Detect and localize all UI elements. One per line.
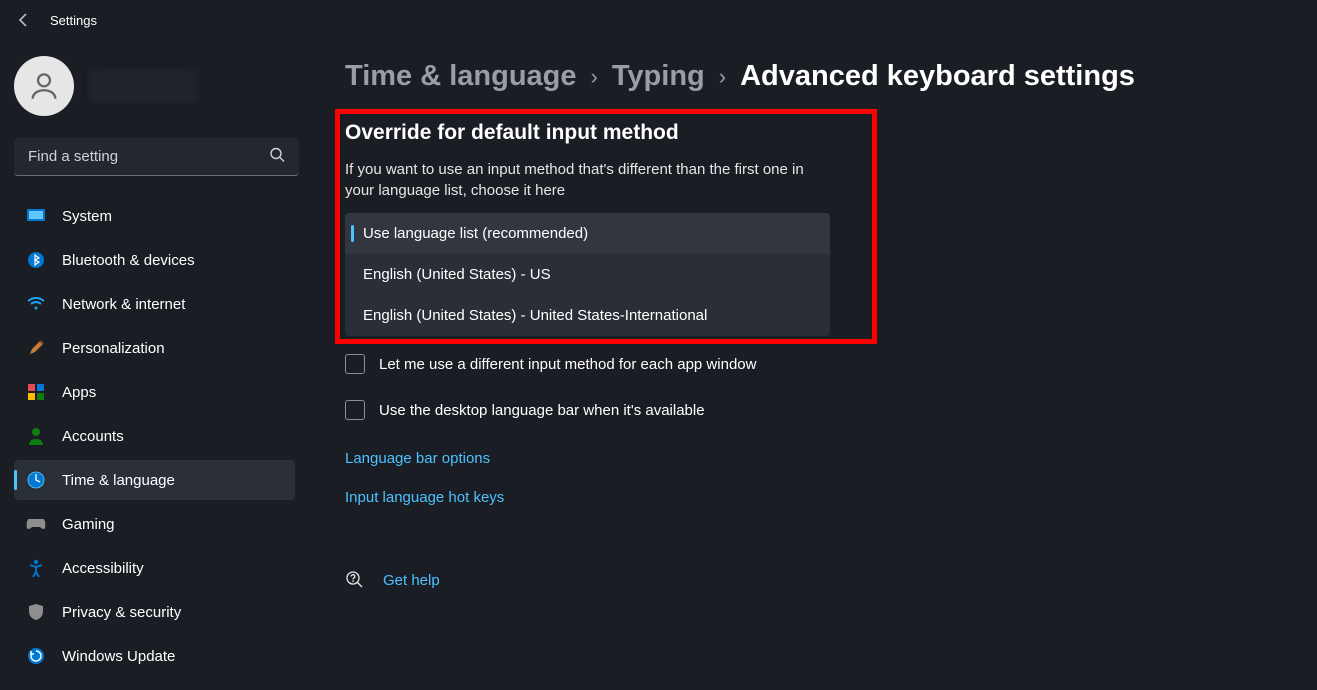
sidebar-item-label: Accounts — [62, 428, 124, 445]
checkbox-per-app-row[interactable]: Let me use a different input method for … — [345, 354, 1287, 374]
sidebar-item-label: Bluetooth & devices — [62, 252, 195, 269]
sidebar-item-apps[interactable]: Apps — [14, 372, 295, 412]
globe-clock-icon — [26, 470, 46, 490]
checkbox-desktop-bar-row[interactable]: Use the desktop language bar when it's a… — [345, 400, 1287, 420]
breadcrumb: Time & language › Typing › Advanced keyb… — [345, 60, 1287, 93]
sidebar-item-label: Privacy & security — [62, 604, 181, 621]
shield-icon — [26, 602, 46, 622]
link-get-help[interactable]: Get help — [383, 572, 440, 589]
help-row: Get help — [345, 570, 1287, 590]
sidebar-item-label: Apps — [62, 384, 96, 401]
sidebar-item-label: Gaming — [62, 516, 115, 533]
link-input-hot-keys[interactable]: Input language hot keys — [345, 489, 504, 506]
dropdown-option-label: English (United States) - US — [363, 266, 551, 283]
sidebar-item-system[interactable]: System — [14, 196, 295, 236]
profile-block[interactable] — [14, 56, 295, 116]
display-icon — [26, 206, 46, 226]
section-title: Override for default input method — [345, 121, 1287, 145]
bluetooth-icon — [26, 250, 46, 270]
dropdown-option-en-us[interactable]: English (United States) - US — [345, 254, 830, 295]
window-title: Settings — [50, 13, 97, 28]
search-field-wrap — [14, 138, 295, 176]
gamepad-icon — [26, 514, 46, 534]
section-description: If you want to use an input method that'… — [345, 159, 815, 201]
main-content: Time & language › Typing › Advanced keyb… — [305, 40, 1317, 690]
checkbox-per-app[interactable] — [345, 354, 365, 374]
help-icon — [345, 570, 365, 590]
sidebar-item-label: Personalization — [62, 340, 165, 357]
account-icon — [26, 426, 46, 446]
avatar — [14, 56, 74, 116]
sidebar-item-network[interactable]: Network & internet — [14, 284, 295, 324]
nav-list: System Bluetooth & devices Network & int… — [14, 196, 295, 680]
breadcrumb-level3: Advanced keyboard settings — [740, 60, 1135, 93]
sidebar-item-windows-update[interactable]: Windows Update — [14, 636, 295, 676]
sidebar: System Bluetooth & devices Network & int… — [0, 40, 305, 690]
dropdown-option-label: Use language list (recommended) — [363, 225, 588, 242]
sidebar-item-privacy[interactable]: Privacy & security — [14, 592, 295, 632]
sidebar-item-accessibility[interactable]: Accessibility — [14, 548, 295, 588]
wifi-icon — [26, 294, 46, 314]
sidebar-item-label: Windows Update — [62, 648, 175, 665]
breadcrumb-level1[interactable]: Time & language — [345, 60, 577, 93]
checkbox-label: Use the desktop language bar when it's a… — [379, 402, 705, 419]
profile-name-redacted — [88, 69, 198, 103]
sidebar-item-label: Accessibility — [62, 560, 144, 577]
apps-icon — [26, 382, 46, 402]
back-button[interactable] — [14, 10, 34, 30]
titlebar: Settings — [0, 0, 1317, 40]
sidebar-item-label: System — [62, 208, 112, 225]
sidebar-item-personalization[interactable]: Personalization — [14, 328, 295, 368]
dropdown-option-en-us-intl[interactable]: English (United States) - United States-… — [345, 295, 830, 336]
dropdown-option-recommended[interactable]: Use language list (recommended) — [345, 213, 830, 254]
input-method-dropdown[interactable]: Use language list (recommended) English … — [345, 213, 830, 336]
sidebar-item-bluetooth[interactable]: Bluetooth & devices — [14, 240, 295, 280]
brush-icon — [26, 338, 46, 358]
sidebar-item-accounts[interactable]: Accounts — [14, 416, 295, 456]
checkbox-desktop-bar[interactable] — [345, 400, 365, 420]
sidebar-item-gaming[interactable]: Gaming — [14, 504, 295, 544]
chevron-right-icon: › — [719, 64, 726, 90]
update-icon — [26, 646, 46, 666]
sidebar-item-time-language[interactable]: Time & language — [14, 460, 295, 500]
accessibility-icon — [26, 558, 46, 578]
checkbox-label: Let me use a different input method for … — [379, 356, 756, 373]
sidebar-item-label: Network & internet — [62, 296, 185, 313]
search-input[interactable] — [14, 138, 299, 176]
override-section: Override for default input method If you… — [345, 121, 1287, 336]
arrow-left-icon — [16, 12, 32, 28]
person-icon — [27, 69, 61, 103]
sidebar-item-label: Time & language — [62, 472, 175, 489]
dropdown-option-label: English (United States) - United States-… — [363, 307, 707, 324]
link-language-bar-options[interactable]: Language bar options — [345, 450, 490, 467]
search-icon[interactable] — [269, 147, 285, 168]
breadcrumb-level2[interactable]: Typing — [612, 60, 705, 93]
chevron-right-icon: › — [591, 64, 598, 90]
